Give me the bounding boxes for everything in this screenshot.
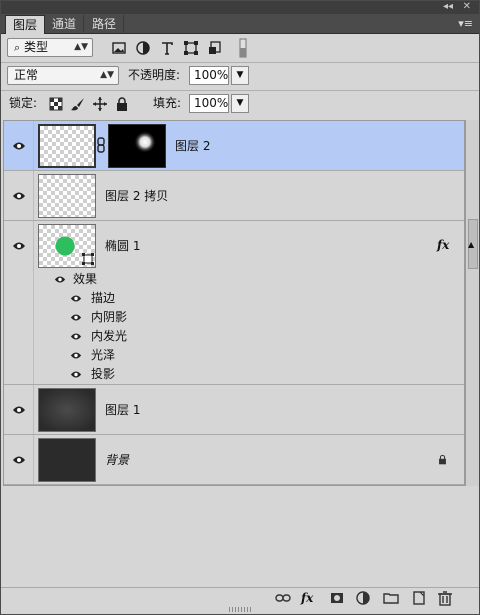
- layer-row[interactable]: 椭圆 1 fx 效果 描边 内阴影 内发光 光泽 投影: [4, 221, 464, 385]
- trash-icon[interactable]: [437, 590, 453, 606]
- layer-name[interactable]: 图层 2: [175, 139, 210, 153]
- effect-item[interactable]: 投影: [91, 367, 115, 381]
- divider: [1, 90, 479, 91]
- effect-item[interactable]: 内阴影: [91, 310, 127, 324]
- link-layers-icon[interactable]: [275, 590, 291, 606]
- add-style-icon[interactable]: fx: [301, 590, 321, 606]
- layer-row[interactable]: 图层 2 拷贝: [4, 171, 464, 221]
- blend-mode-value: 正常: [14, 68, 39, 82]
- eye-icon[interactable]: [12, 455, 26, 465]
- layer-row[interactable]: 图层 1: [4, 385, 464, 435]
- chevron-updown-icon: ▲▼: [74, 42, 88, 52]
- visibility-column: [4, 385, 34, 434]
- visibility-column: [4, 221, 34, 384]
- effects-label[interactable]: 效果: [73, 272, 97, 286]
- layers-scrollbar[interactable]: ▲: [465, 120, 479, 486]
- blend-mode-dropdown[interactable]: 正常 ▲▼: [7, 66, 119, 85]
- fill-label: 填充:: [153, 96, 182, 110]
- shape-filter-icon[interactable]: [183, 40, 199, 56]
- tab-bar: 图层 通道 路径 ▾≡: [1, 14, 479, 34]
- panel-title-strip: ◂◂ ✕: [1, 1, 479, 14]
- filter-toggle-icon[interactable]: [239, 38, 247, 58]
- eye-icon[interactable]: [12, 241, 26, 251]
- smart-object-filter-icon[interactable]: [207, 40, 223, 56]
- fill-dropdown-button[interactable]: ▼: [231, 94, 249, 113]
- layer-name[interactable]: 背景: [105, 453, 129, 467]
- eye-icon[interactable]: [70, 351, 82, 360]
- layer-thumbnail[interactable]: [38, 388, 96, 432]
- mask-glow-icon: [134, 131, 156, 153]
- effect-item[interactable]: 描边: [91, 291, 115, 305]
- close-panel-icon[interactable]: ✕: [463, 1, 471, 13]
- lock-label: 锁定:: [9, 96, 38, 110]
- eye-icon[interactable]: [70, 332, 82, 341]
- eye-icon[interactable]: [70, 313, 82, 322]
- filter-kind-value: 类型: [24, 40, 49, 54]
- search-icon: ⌕: [14, 41, 21, 54]
- layer-thumbnail[interactable]: [38, 124, 96, 168]
- layer-row[interactable]: 背景: [4, 435, 464, 485]
- layer-thumbnail[interactable]: [38, 438, 96, 482]
- lock-move-icon[interactable]: [92, 96, 108, 112]
- image-filter-icon[interactable]: [111, 40, 127, 56]
- eye-icon[interactable]: [70, 370, 82, 379]
- resize-grip[interactable]: [229, 607, 251, 612]
- panel-menu-icon[interactable]: ▾≡: [458, 17, 473, 30]
- opacity-label: 不透明度:: [128, 68, 181, 82]
- eye-icon[interactable]: [70, 294, 82, 303]
- effect-item[interactable]: 内发光: [91, 329, 127, 343]
- scroll-up-icon[interactable]: ▲: [468, 240, 474, 249]
- opacity-dropdown-button[interactable]: ▼: [231, 66, 249, 85]
- lock-brush-icon[interactable]: [70, 96, 86, 112]
- eye-icon[interactable]: [12, 141, 26, 151]
- new-layer-icon[interactable]: [411, 590, 427, 606]
- layer-thumbnail[interactable]: [38, 174, 96, 218]
- layer-name[interactable]: 图层 1: [105, 403, 140, 417]
- adjustment-layer-icon[interactable]: [355, 590, 371, 606]
- vector-mask-icon: [82, 253, 94, 265]
- lock-icon: [439, 454, 446, 465]
- divider: [1, 62, 479, 63]
- text-filter-icon[interactable]: [159, 40, 175, 56]
- eye-icon[interactable]: [12, 191, 26, 201]
- layer-name[interactable]: 椭圆 1: [105, 239, 140, 253]
- adjustment-filter-icon[interactable]: [135, 40, 151, 56]
- eye-icon[interactable]: [12, 405, 26, 415]
- group-folder-icon[interactable]: [383, 590, 399, 606]
- lock-transparent-icon[interactable]: [48, 96, 64, 112]
- layer-row[interactable]: 图层 2: [4, 121, 464, 171]
- tab-channels[interactable]: 通道: [45, 15, 85, 34]
- layers-panel: ◂◂ ✕ 图层 通道 路径 ▾≡ ⌕ 类型 ▲▼ 正常 ▲▼ 不透明度: 100…: [0, 0, 480, 615]
- collapse-icon[interactable]: ◂◂: [443, 1, 453, 13]
- layers-list: 图层 2 图层 2 拷贝 椭圆 1 fx 效果 描边 内阴影 内发光 光泽 投影…: [3, 120, 465, 486]
- layer-name[interactable]: 图层 2 拷贝: [105, 189, 168, 203]
- bottom-toolbar: fx: [1, 587, 479, 607]
- tab-paths[interactable]: 路径: [85, 15, 125, 34]
- fx-badge[interactable]: fx: [437, 238, 449, 252]
- chevron-updown-icon: ▲▼: [100, 70, 114, 80]
- visibility-column: [4, 171, 34, 220]
- visibility-column: [4, 435, 34, 484]
- lock-all-icon[interactable]: [114, 96, 130, 112]
- fill-input[interactable]: 100%: [189, 94, 229, 113]
- eye-icon[interactable]: [54, 275, 66, 284]
- opacity-input[interactable]: 100%: [189, 66, 229, 85]
- add-mask-icon[interactable]: [329, 590, 345, 606]
- visibility-column: [4, 121, 34, 170]
- link-chain-icon[interactable]: [97, 137, 105, 153]
- layer-mask-thumbnail[interactable]: [108, 124, 166, 168]
- filter-kind-dropdown[interactable]: ⌕ 类型 ▲▼: [7, 38, 93, 57]
- tab-layers[interactable]: 图层: [5, 15, 46, 34]
- effect-item[interactable]: 光泽: [91, 348, 115, 362]
